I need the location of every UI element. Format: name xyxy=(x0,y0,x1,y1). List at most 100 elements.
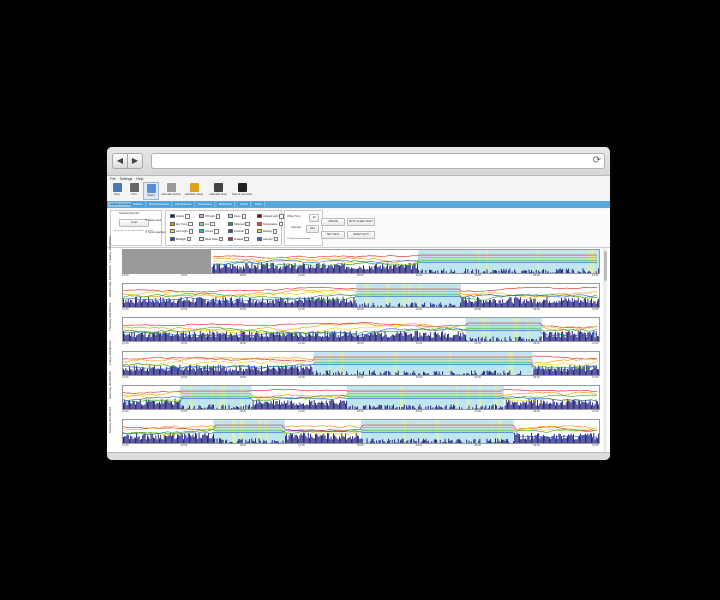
tab-rhythmicity[interactable]: Rhythmicity xyxy=(217,202,235,207)
activity-bar xyxy=(354,373,356,375)
back-button[interactable]: ◀ xyxy=(112,153,128,169)
legend-checkbox[interactable] xyxy=(273,236,279,242)
activity-bar xyxy=(471,339,472,341)
forward-button[interactable]: ▶ xyxy=(127,153,143,169)
activity-bar xyxy=(593,405,595,409)
activity-bar xyxy=(142,435,144,443)
offset-input[interactable]: 10 xyxy=(309,214,319,222)
legend-item[interactable]: Contrast xyxy=(228,229,250,234)
activity-bar xyxy=(571,331,573,341)
activity-bar xyxy=(569,300,571,307)
select-area-checkbox[interactable]: ☑ Select area xyxy=(145,219,161,222)
calculate-sleep-button[interactable]: Calculate Sleep xyxy=(183,182,205,200)
legend-item[interactable]: Counts xyxy=(199,229,219,234)
legend-checkbox[interactable] xyxy=(188,229,194,234)
activity-bar xyxy=(229,368,231,375)
day-plot[interactable] xyxy=(122,283,600,308)
activity-bar xyxy=(336,264,338,273)
tab-light-exposure[interactable]: Light Exposure xyxy=(173,202,195,207)
legend-item[interactable]: Softened xyxy=(228,221,250,227)
legend-checkbox[interactable] xyxy=(215,214,221,219)
print-diary-button[interactable]: PRINT SLEEP DIARY xyxy=(347,218,375,226)
address-bar[interactable]: ⟳ xyxy=(151,153,605,169)
legend-item[interactable]: Activity xyxy=(170,214,190,219)
activity-bar xyxy=(493,371,495,375)
save-button[interactable]: Save & Overwrite xyxy=(231,182,253,200)
scrollbar-thumb[interactable] xyxy=(603,251,607,281)
activity-bar xyxy=(406,371,408,375)
activity-bar xyxy=(526,401,528,409)
activity-bar xyxy=(341,300,343,307)
legend-item[interactable]: Ext. Temp xyxy=(170,221,193,227)
tab-statistics[interactable]: Statistics xyxy=(131,202,147,207)
activity-bar xyxy=(274,440,276,443)
legend-item[interactable]: Bluelight xyxy=(170,236,192,242)
activity-bar xyxy=(234,265,236,273)
activity-bar xyxy=(136,335,138,341)
legend-checkbox[interactable] xyxy=(210,221,215,227)
reload-icon[interactable]: ⟳ xyxy=(593,154,601,168)
calculate-stats-button[interactable]: Calculate Stats xyxy=(207,182,229,200)
legend-checkbox[interactable] xyxy=(244,236,249,242)
vertical-scrollbar[interactable] xyxy=(603,248,607,452)
legend-checkbox[interactable] xyxy=(185,214,190,219)
legend-item[interactable]: Intensity xyxy=(257,236,279,242)
legend-item[interactable]: Zscaled xyxy=(228,236,249,242)
day-plot[interactable] xyxy=(122,249,600,274)
day-plot[interactable] xyxy=(122,419,600,444)
legend-item[interactable]: Sleep xyxy=(228,214,247,219)
legend-checkbox[interactable] xyxy=(272,229,278,234)
activity-bar xyxy=(559,337,561,341)
legend-checkbox[interactable] xyxy=(218,236,224,242)
tab-temperature[interactable]: Temperature xyxy=(196,202,216,207)
activity-bar xyxy=(384,441,386,443)
activity-bar xyxy=(264,370,266,375)
update-button[interactable]: UPDATE xyxy=(321,218,345,226)
tab-activity[interactable]: Activity xyxy=(238,202,251,207)
show-quartiles-checkbox[interactable]: ☐ Show quartiles xyxy=(145,231,165,234)
menu-file[interactable]: File xyxy=(110,177,116,181)
interval-overlay-checkbox[interactable]: ☐ Show interval overlay xyxy=(287,237,310,240)
menu-help[interactable]: Help xyxy=(136,177,143,181)
legend-checkbox[interactable] xyxy=(188,221,193,227)
legend-checkbox[interactable] xyxy=(244,229,250,234)
legend-item[interactable]: Wear State xyxy=(199,236,224,242)
activity-bar xyxy=(346,266,348,273)
interval-select[interactable]: 1Min xyxy=(306,225,319,233)
tab-sleep-parameters[interactable]: Sleep Parameters xyxy=(147,202,173,207)
legend-item[interactable]: Amb Light xyxy=(170,229,194,234)
legend-item[interactable]: Temperature xyxy=(257,221,284,227)
day-plot[interactable] xyxy=(122,317,600,342)
activity-bar xyxy=(564,404,566,409)
tab-export[interactable]: Export xyxy=(253,202,266,207)
calculate-activity-button[interactable]: Calculate Activity xyxy=(160,182,182,200)
activity-bar xyxy=(403,404,405,409)
legend-item[interactable]: Lux xyxy=(199,221,215,227)
activity-bar xyxy=(553,401,555,409)
legend-checkbox[interactable] xyxy=(278,221,284,227)
activity-bar xyxy=(508,298,510,307)
print-button[interactable]: Print xyxy=(126,182,142,200)
legend-checkbox[interactable] xyxy=(241,214,247,219)
legend-checkbox[interactable] xyxy=(214,229,219,234)
legend-item[interactable]: Infrared Light xyxy=(257,214,284,219)
legend-item[interactable]: Resting xyxy=(257,229,278,234)
activity-bar xyxy=(414,263,416,273)
legend-item[interactable]: Off Light xyxy=(199,214,221,219)
activity-bar xyxy=(580,300,582,307)
activity-bar xyxy=(545,403,547,409)
settings-button[interactable]: SETTINGS xyxy=(321,231,345,239)
legend-checkbox[interactable] xyxy=(245,221,250,227)
select-button[interactable]: Select xyxy=(143,182,159,200)
menu-settings[interactable]: Settings xyxy=(120,177,133,181)
activity-bar xyxy=(397,304,399,307)
activity-bar xyxy=(190,435,192,443)
open-button[interactable]: Open xyxy=(109,182,125,200)
reset-days-button[interactable]: RESET DAYS xyxy=(347,231,375,239)
legend-checkbox[interactable] xyxy=(186,236,192,242)
day-plot[interactable] xyxy=(122,385,600,410)
day-plot[interactable] xyxy=(122,351,600,376)
activity-bar xyxy=(585,298,586,307)
activity-bar xyxy=(477,296,478,307)
day-label-text: Sunday 2014/01/26 xyxy=(108,406,112,433)
